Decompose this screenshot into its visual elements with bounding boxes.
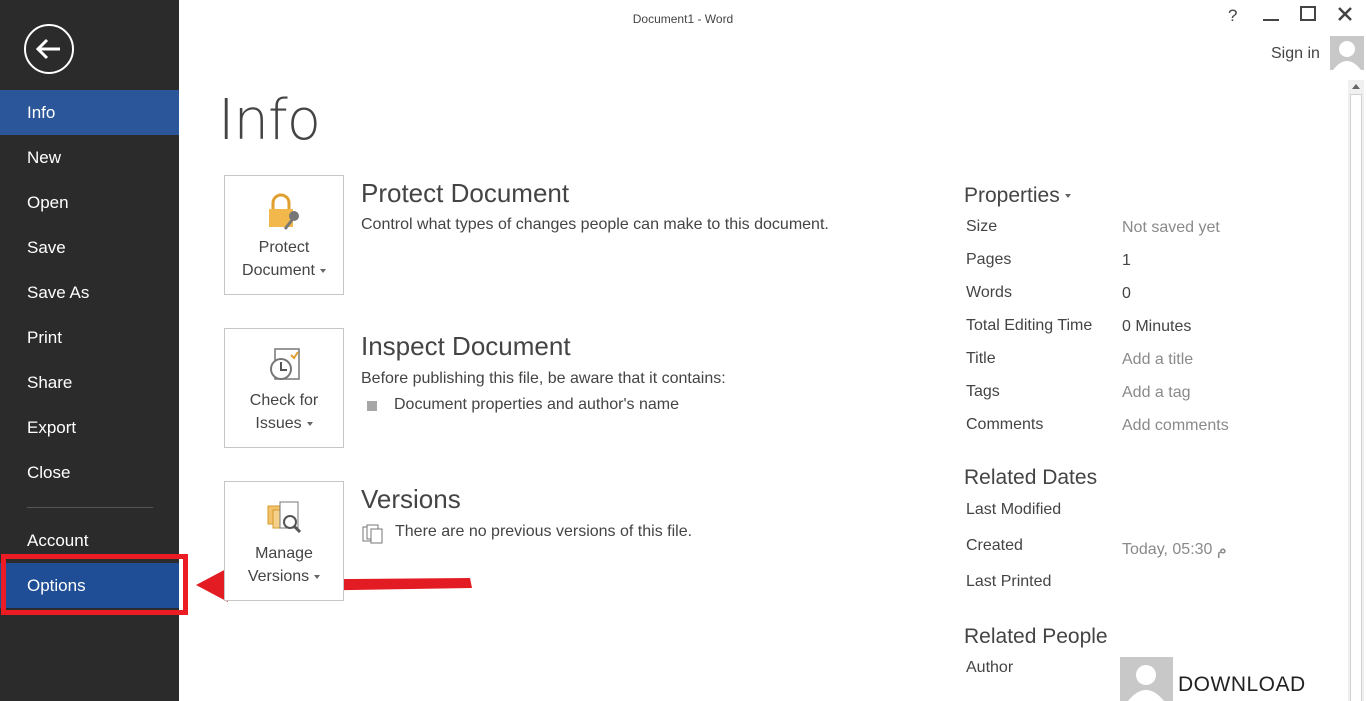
nav-print[interactable]: Print	[0, 315, 179, 360]
nav-close[interactable]: Close	[0, 450, 179, 495]
inspect-description: Before publishing this file, be aware th…	[361, 370, 726, 387]
no-versions-icon	[362, 523, 384, 550]
help-icon[interactable]: ?	[1228, 6, 1237, 26]
close-icon[interactable]	[1337, 6, 1353, 27]
property-value: 0	[1122, 285, 1131, 302]
properties-heading-label: Properties	[964, 184, 1060, 207]
scroll-thumb[interactable]	[1350, 94, 1362, 701]
nav-new[interactable]: New	[0, 135, 179, 180]
property-key: Tags	[966, 383, 1000, 400]
download-watermark: DOWNLOAD	[1178, 673, 1306, 696]
dropdown-caret-icon	[319, 268, 326, 273]
created-value: Today, 05:30 م	[1122, 541, 1227, 558]
property-key: Total Editing Time	[966, 317, 1093, 334]
versions-tile-line2: Versions	[247, 568, 310, 585]
nav-share[interactable]: Share	[0, 360, 179, 405]
versions-tile-line1: Manage	[255, 545, 313, 562]
nav-save[interactable]: Save	[0, 225, 179, 270]
property-key: Comments	[966, 416, 1044, 433]
property-value: 1	[1122, 252, 1131, 269]
inspect-tile-line2: Issues	[255, 415, 302, 432]
inspect-bullet-item: Document properties and author's name	[394, 396, 679, 413]
property-value: Not saved yet	[1122, 219, 1220, 236]
property-key: Words	[966, 284, 1012, 301]
last-printed-label: Last Printed	[966, 573, 1052, 590]
protect-document-button[interactable]: Protect Document	[224, 175, 344, 295]
comments-field[interactable]: Add comments	[1122, 417, 1229, 435]
related-people-heading: Related People	[964, 625, 1108, 648]
dropdown-caret-icon	[306, 421, 313, 426]
versions-description: There are no previous versions of this f…	[395, 523, 693, 540]
property-key: Title	[966, 350, 996, 367]
author-label: Author	[966, 659, 1014, 676]
property-key: Size	[966, 218, 998, 235]
page-title: Info	[218, 88, 321, 153]
lock-key-icon	[265, 192, 305, 232]
options-highlight-box	[1, 554, 188, 615]
author-avatar-icon	[1120, 657, 1173, 701]
nav-export[interactable]: Export	[0, 405, 179, 450]
sign-in-link[interactable]: Sign in	[1271, 45, 1320, 63]
related-dates-heading: Related Dates	[964, 466, 1098, 489]
inspect-tile-line1: Check for	[249, 392, 319, 409]
created-label: Created	[966, 537, 1023, 554]
protect-description: Control what types of changes people can…	[361, 216, 829, 233]
property-value: 0 Minutes	[1122, 318, 1192, 335]
user-avatar-icon[interactable]	[1330, 36, 1364, 70]
check-for-issues-button[interactable]: Check for Issues	[224, 328, 344, 448]
nav-open[interactable]: Open	[0, 180, 179, 225]
dropdown-caret-icon	[1064, 194, 1071, 199]
nav-save-as[interactable]: Save As	[0, 270, 179, 315]
protect-tile-line1: Protect	[258, 239, 310, 256]
minimize-icon[interactable]	[1263, 6, 1279, 27]
window-title: Document1 - Word	[632, 12, 734, 26]
inspect-heading: Inspect Document	[361, 331, 571, 361]
nav-divider	[27, 507, 153, 508]
protect-heading: Protect Document	[361, 178, 570, 208]
scrollbar[interactable]	[1348, 80, 1364, 701]
versions-heading: Versions	[361, 484, 461, 514]
bullet-square-icon	[367, 401, 377, 411]
maximize-icon[interactable]	[1300, 6, 1316, 27]
nav-info[interactable]: Info	[0, 90, 179, 135]
tags-field[interactable]: Add a tag	[1122, 384, 1191, 402]
title-field[interactable]: Add a title	[1122, 351, 1193, 369]
scroll-up-icon[interactable]	[1352, 84, 1360, 89]
versions-icon	[265, 498, 305, 538]
back-arrow-icon[interactable]	[24, 24, 74, 74]
protect-tile-line2: Document	[242, 262, 315, 279]
inspect-document-icon	[265, 345, 305, 385]
properties-heading[interactable]: Properties	[964, 184, 1071, 208]
property-key: Pages	[966, 251, 1012, 268]
last-modified-label: Last Modified	[966, 501, 1062, 518]
dropdown-caret-icon	[314, 574, 321, 579]
manage-versions-button[interactable]: Manage Versions	[224, 481, 344, 601]
